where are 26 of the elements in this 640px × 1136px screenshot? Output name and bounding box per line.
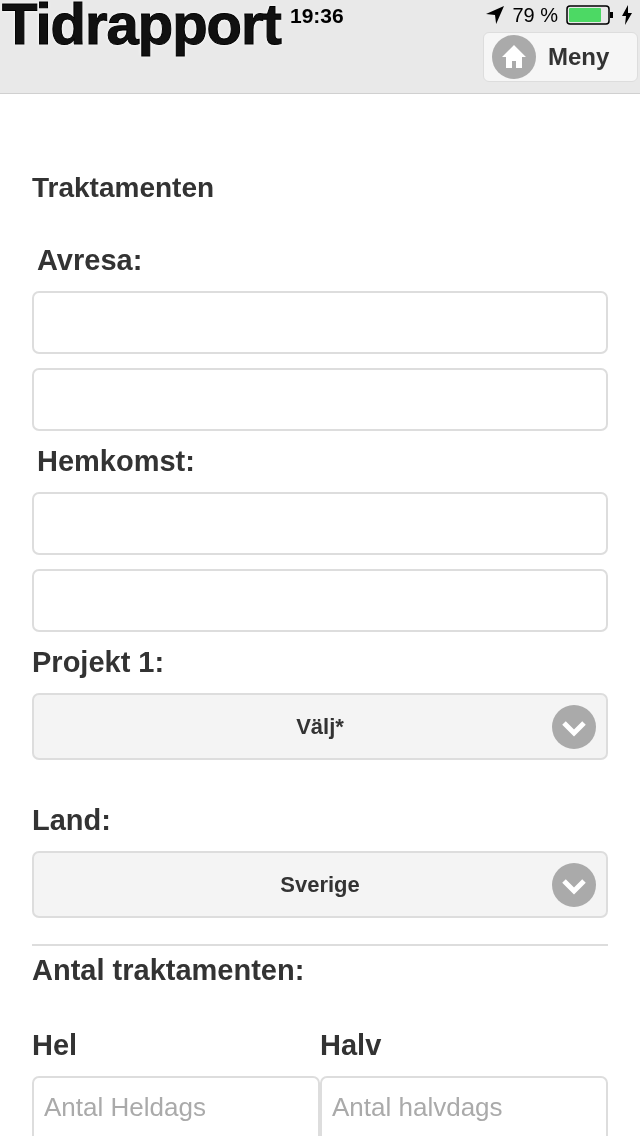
column-label: Halv — [320, 1029, 383, 1062]
input-field[interactable]: Antal halvdags — [320, 1076, 608, 1136]
select-field[interactable]: Välj* — [32, 693, 608, 760]
input-field[interactable] — [32, 368, 608, 431]
chevron-down-icon — [552, 705, 596, 749]
app-title: Tidrapport — [2, 0, 281, 57]
input-field[interactable]: Antal Heldags — [32, 1076, 320, 1136]
status-time: 19:36 — [290, 4, 344, 28]
location-arrow-icon — [486, 6, 505, 24]
battery-icon — [566, 5, 614, 25]
chevron-down-icon — [552, 863, 596, 907]
input-field[interactable] — [32, 569, 608, 632]
field-label: Land: — [32, 804, 112, 837]
select-field[interactable]: Sverige — [32, 851, 608, 918]
field-label: Projekt 1: — [32, 646, 166, 679]
menu-button[interactable]: Meny — [483, 32, 638, 82]
home-icon — [492, 35, 536, 79]
column-label: Hel — [32, 1029, 79, 1062]
input-field[interactable] — [32, 291, 608, 354]
section-heading: Traktamenten — [32, 172, 216, 204]
count-heading: Antal traktamenten: — [32, 954, 306, 987]
field-label: Hemkomst: — [36, 445, 196, 478]
charging-icon — [622, 5, 632, 25]
field-label: Avresa: — [36, 244, 144, 277]
input-field[interactable] — [32, 492, 608, 555]
battery-percent: 79 % — [512, 3, 558, 27]
